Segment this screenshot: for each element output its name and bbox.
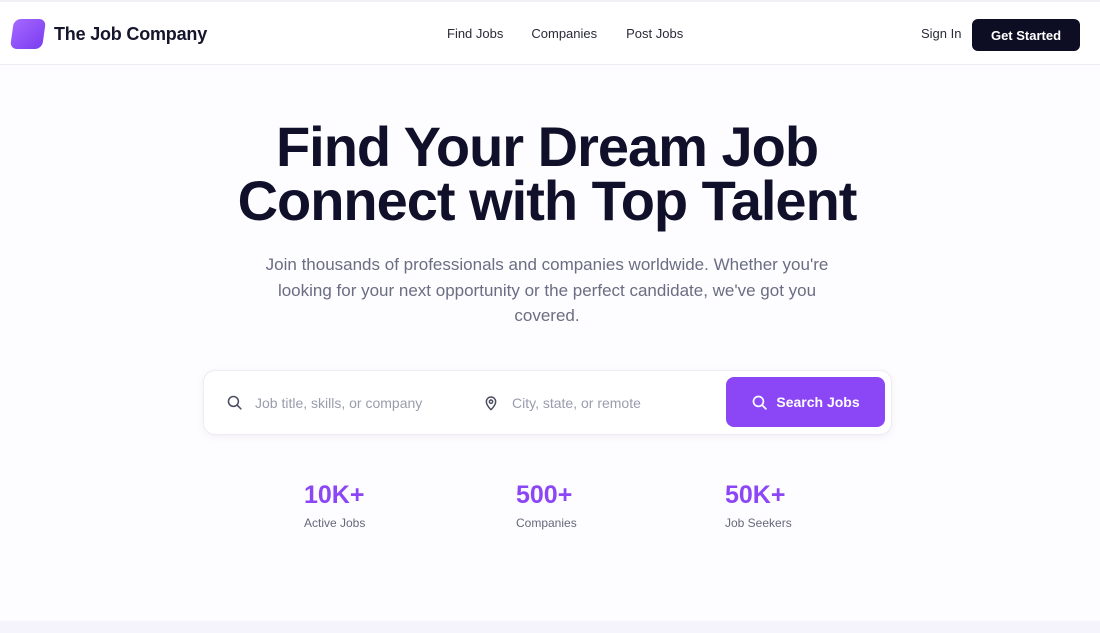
stat-active-jobs: 10K+ Active Jobs bbox=[304, 480, 365, 530]
stat-label: Job Seekers bbox=[725, 516, 792, 530]
main-nav: Find Jobs Companies Post Jobs bbox=[447, 26, 683, 41]
top-navbar: The Job Company Find Jobs Companies Post… bbox=[0, 0, 1100, 65]
stat-value: 10K+ bbox=[304, 481, 365, 509]
brand-logo-icon bbox=[9, 19, 47, 49]
stat-label: Companies bbox=[516, 516, 577, 530]
search-jobs-label: Search Jobs bbox=[776, 394, 860, 410]
brand-name: The Job Company bbox=[54, 23, 208, 44]
job-search-input[interactable] bbox=[255, 394, 455, 411]
next-section-edge bbox=[0, 621, 1100, 633]
get-started-button[interactable]: Get Started bbox=[972, 19, 1080, 51]
location-field bbox=[483, 371, 713, 434]
stat-companies: 500+ Companies bbox=[516, 480, 577, 530]
nav-link-post-jobs[interactable]: Post Jobs bbox=[626, 26, 683, 41]
stat-label: Active Jobs bbox=[304, 516, 366, 530]
nav-link-find-jobs[interactable]: Find Jobs bbox=[447, 26, 503, 41]
job-search-field bbox=[226, 371, 466, 434]
hero-subtitle: Join thousands of professionals and comp… bbox=[265, 255, 829, 325]
sign-in-link[interactable]: Sign In bbox=[921, 26, 961, 41]
stat-value: 50K+ bbox=[725, 481, 786, 509]
job-search-bar: Search Jobs bbox=[203, 370, 892, 435]
brand-home-link[interactable]: The Job Company bbox=[9, 19, 208, 49]
nav-link-companies[interactable]: Companies bbox=[531, 26, 597, 41]
hero-title: Find Your Dream Job Connect with Top Tal… bbox=[0, 119, 1094, 229]
map-pin-icon bbox=[485, 395, 497, 410]
hero-title-line-2: Connect with Top Talent bbox=[237, 169, 858, 232]
search-icon bbox=[227, 395, 242, 410]
search-jobs-button[interactable]: Search Jobs bbox=[726, 377, 885, 427]
location-input[interactable] bbox=[512, 394, 712, 411]
search-icon bbox=[752, 395, 768, 410]
stat-value: 500+ bbox=[516, 481, 573, 509]
stat-job-seekers: 50K+ Job Seekers bbox=[725, 480, 792, 530]
